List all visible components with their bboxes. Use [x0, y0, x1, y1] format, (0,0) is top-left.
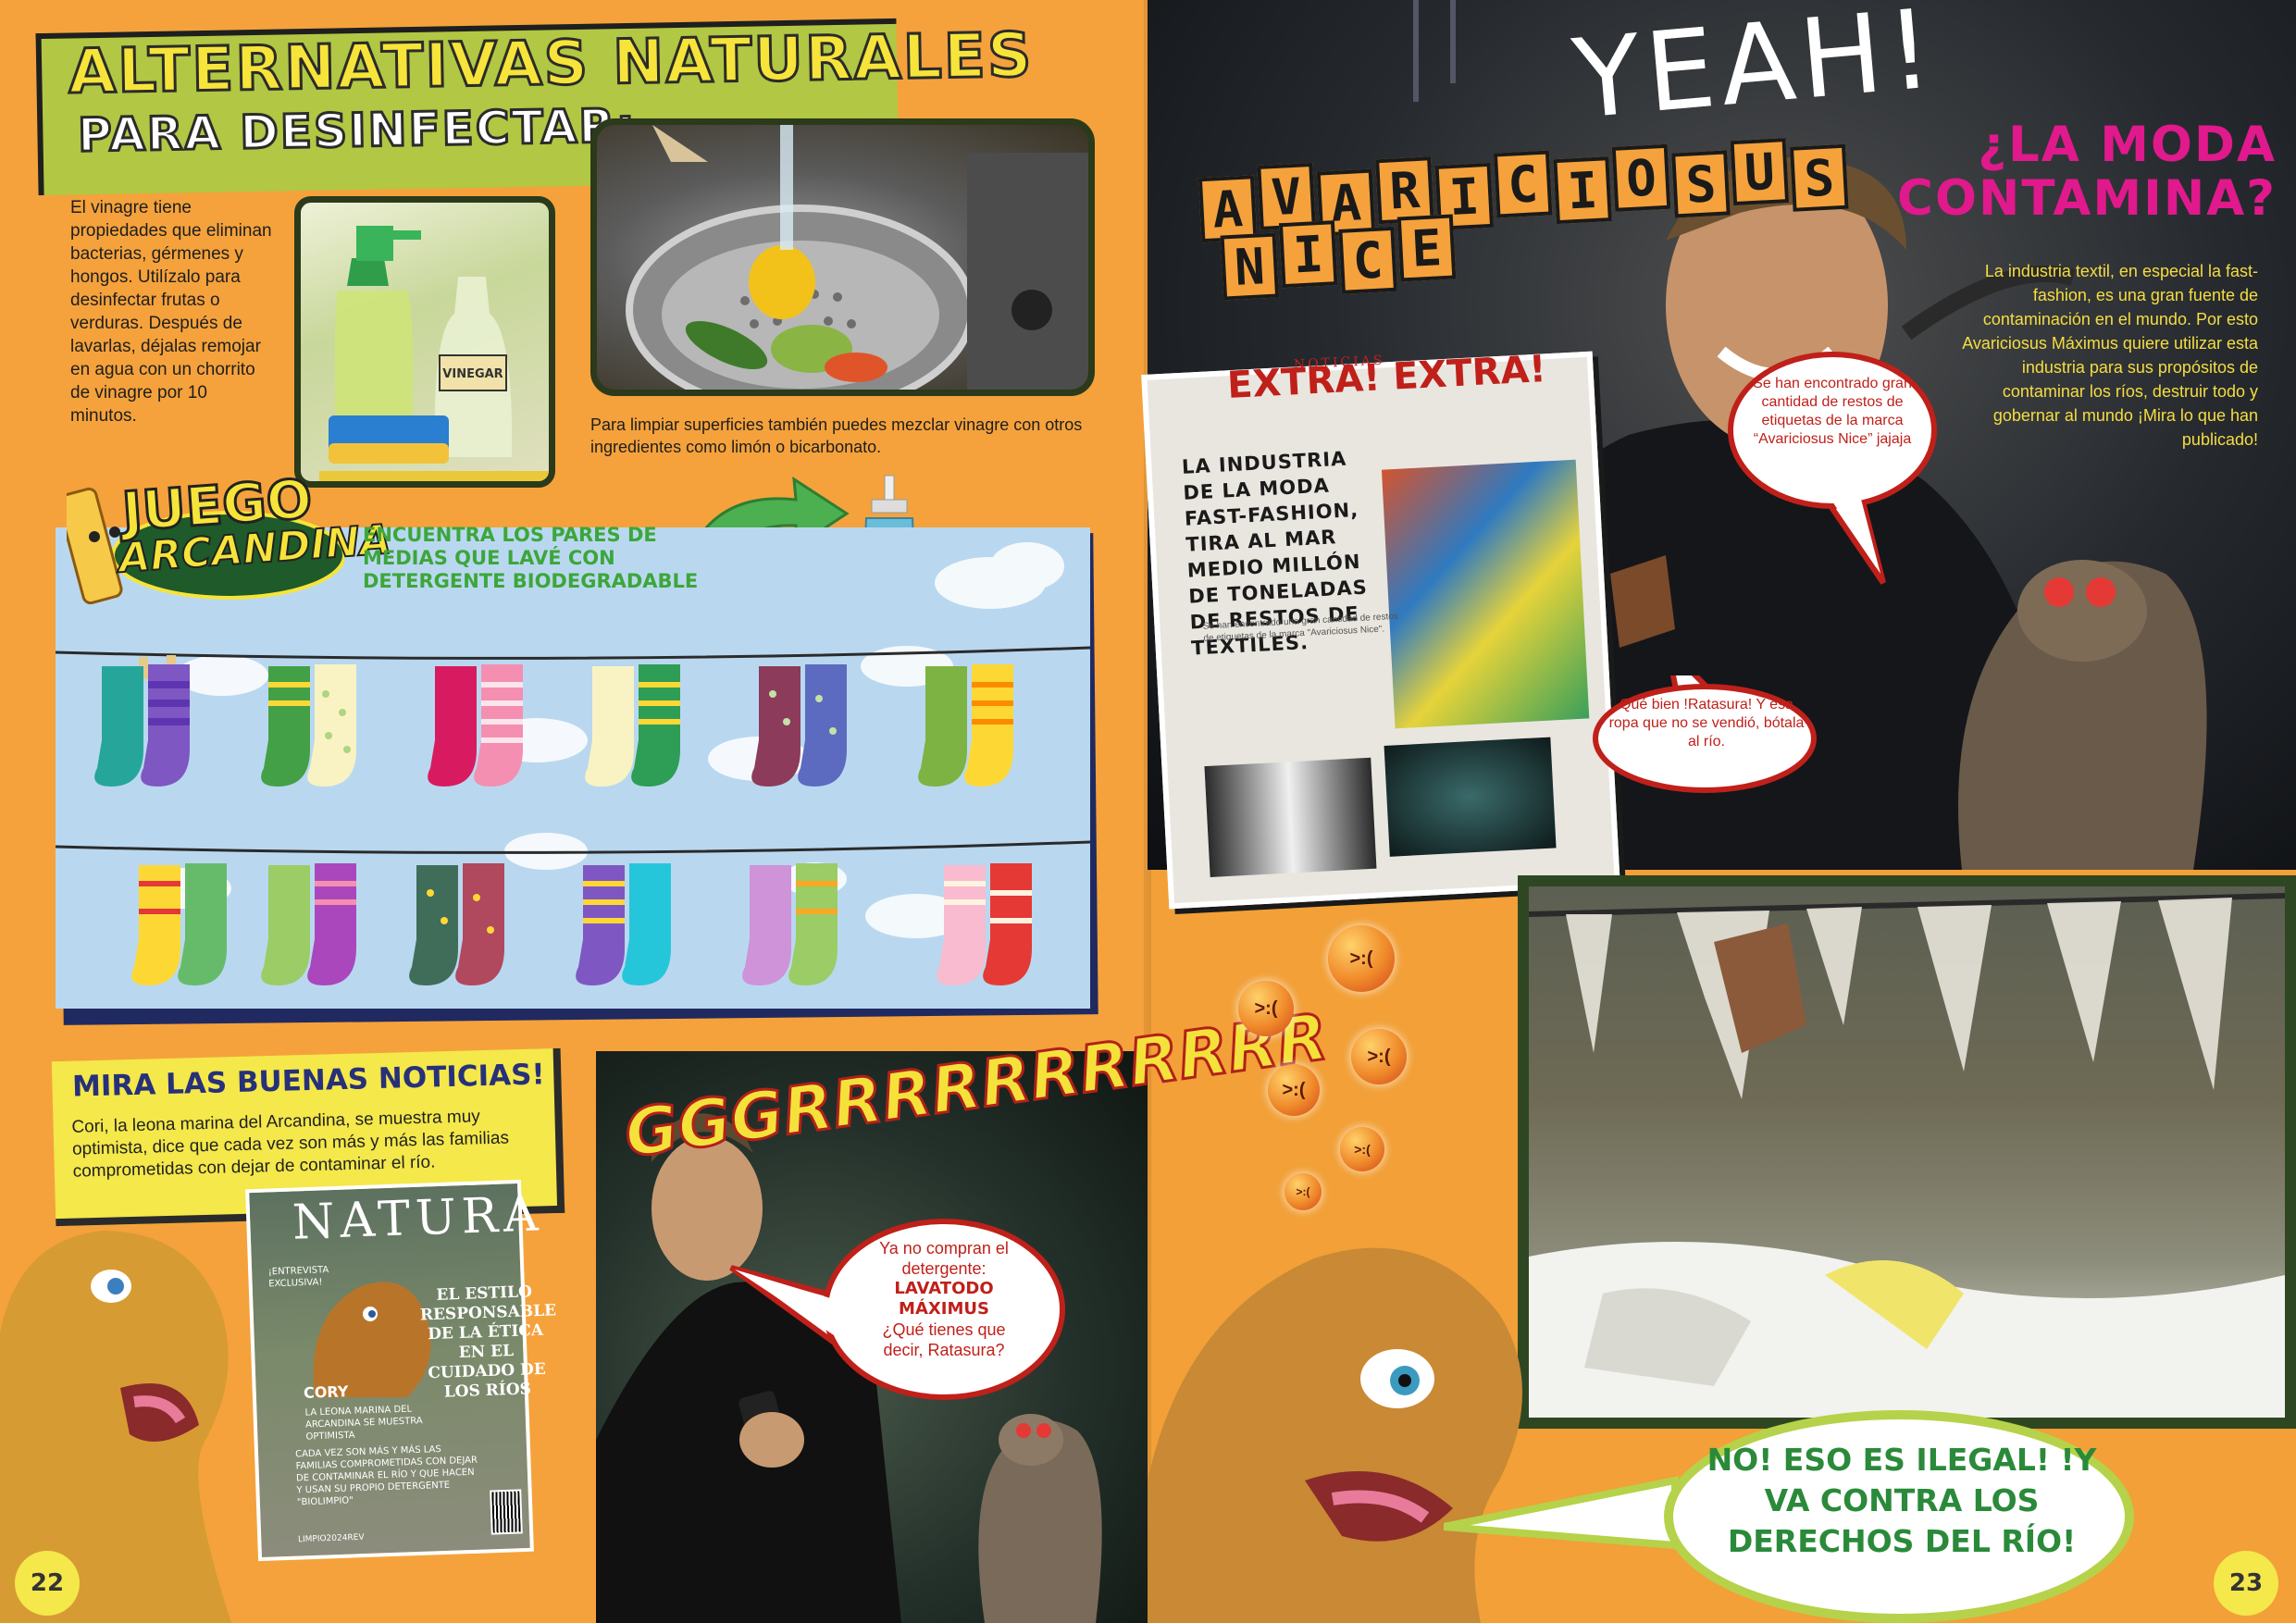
photo-polluted-river	[1518, 875, 2296, 1429]
bubble-detergent-brand: LAVATODO MÁXIMUS	[894, 1279, 994, 1319]
bubble-labels-text: Se han encontrado gran cantidad de resto…	[1753, 376, 1912, 447]
fashion-title: ¿LA MODA CONTAMINA?	[1897, 117, 2277, 227]
sock-pair-9[interactable]	[407, 847, 518, 1009]
newspaper-rack-photo	[1204, 757, 1377, 878]
bubble-detergent-text: Ya no compran el detergente: LAVATODO MÁ…	[861, 1238, 1027, 1360]
page-subtitle: PARA DESINFECTAR:	[76, 97, 639, 164]
angry-face-icon: >:(	[1328, 925, 1395, 992]
brand-bottom-letter: N	[1220, 232, 1280, 301]
magazine-name: CORY	[303, 1382, 349, 1402]
magazine-headline: EL ESTILO RESPONSABLE DE LA ÉTICA EN EL …	[419, 1282, 557, 1402]
brand-bottom-letter: E	[1396, 214, 1457, 282]
angry-face-icon: >:(	[1340, 1127, 1384, 1171]
speech-bubble-tail	[1444, 1476, 1679, 1550]
vinegar-label: VINEGAR	[442, 367, 503, 381]
sock-pair-11[interactable]	[740, 847, 851, 1009]
brand-top-letter: R	[1375, 156, 1434, 225]
page-number-right: 23	[2214, 1551, 2278, 1616]
sock-pair-1[interactable]	[93, 648, 204, 810]
sock-pair-6[interactable]	[916, 648, 1027, 810]
photo-vinegar-spray: VINEGAR	[294, 196, 555, 488]
photo-washing-vegetables	[590, 118, 1095, 396]
newspaper-villain-photo	[1384, 737, 1557, 857]
angry-face-icon: >:(	[1268, 1064, 1320, 1116]
sock-pair-2[interactable]	[259, 648, 370, 810]
sock-pair-7[interactable]	[130, 847, 241, 1009]
brand-top-letter: S	[1671, 150, 1731, 218]
magazine-caption: LA LEONA MARINA DEL ARCANDINA SE MUESTRA…	[304, 1404, 423, 1443]
brand-avariciosus: AVARICIOSUS	[1198, 138, 1849, 243]
news-paragraph: Cori, la leona marina del Arcandina, se …	[71, 1107, 510, 1182]
game-instructions: ENCUENTRA LOS PARES DE MEDIAS QUE LAVÉ C…	[363, 524, 699, 592]
brand-nice: NICE	[1220, 214, 1457, 301]
angry-face-icon: >:(	[1238, 981, 1294, 1036]
angry-face-icon: >:(	[1351, 1029, 1407, 1084]
bubble-detergent-line2: ¿Qué tienes que decir, Ratasura?	[882, 1320, 1006, 1359]
brand-bottom-letter: I	[1278, 220, 1338, 289]
brand-bottom-letter: C	[1338, 226, 1397, 294]
bubble-detergent-line1: Ya no compran el detergente:	[879, 1239, 1009, 1278]
fashion-paragraph: La industria textil, en especial la fast…	[1962, 262, 2258, 449]
sock-pair-10[interactable]	[574, 847, 685, 1009]
sock-pair-4[interactable]	[583, 648, 694, 810]
sock-pair-8[interactable]	[259, 847, 370, 1009]
brand-top-letter: U	[1730, 138, 1790, 206]
bubble-river-text: Qué bien !Ratasura! Y esa ropa que no se…	[1608, 697, 1805, 750]
magazine-body: CADA VEZ SON MÁS Y MÁS LAS FAMILIAS COMP…	[294, 1444, 478, 1508]
sock-pair-12[interactable]	[935, 847, 1046, 1009]
brand-top-letter: V	[1257, 162, 1316, 230]
newspaper-clothes-photo	[1381, 459, 1590, 729]
brand-top-letter: C	[1493, 150, 1553, 218]
bubble-illegal-text: NO! ESO ES ILEGAL! !Y VA CONTRA LOS DERE…	[1706, 1442, 2097, 1559]
magazine-body-block: CADA VEZ SON MÁS Y MÁS LAS FAMILIAS COMP…	[295, 1443, 482, 1509]
brand-top-letter: O	[1611, 143, 1671, 212]
barcode-icon	[490, 1489, 523, 1535]
magazine-puppet-photo	[313, 1282, 431, 1397]
surface-paragraph: Para limpiar superficies también puedes …	[590, 415, 1083, 456]
magazine-caption-block: LA LEONA MARINA DEL ARCANDINA SE MUESTRA…	[304, 1402, 444, 1443]
sock-pair-3[interactable]	[426, 648, 537, 810]
vinegar-paragraph: El vinagre tiene propiedades que elimina…	[70, 198, 272, 426]
magazine-headline-block: EL ESTILO RESPONSABLE DE LA ÉTICA EN EL …	[419, 1282, 557, 1404]
brand-top-letter: S	[1789, 143, 1849, 212]
magazine-title: NATURA	[292, 1186, 545, 1251]
sock-pair-5[interactable]	[750, 648, 861, 810]
brand-top-letter: I	[1553, 156, 1612, 225]
page-number-left: 22	[15, 1551, 80, 1616]
